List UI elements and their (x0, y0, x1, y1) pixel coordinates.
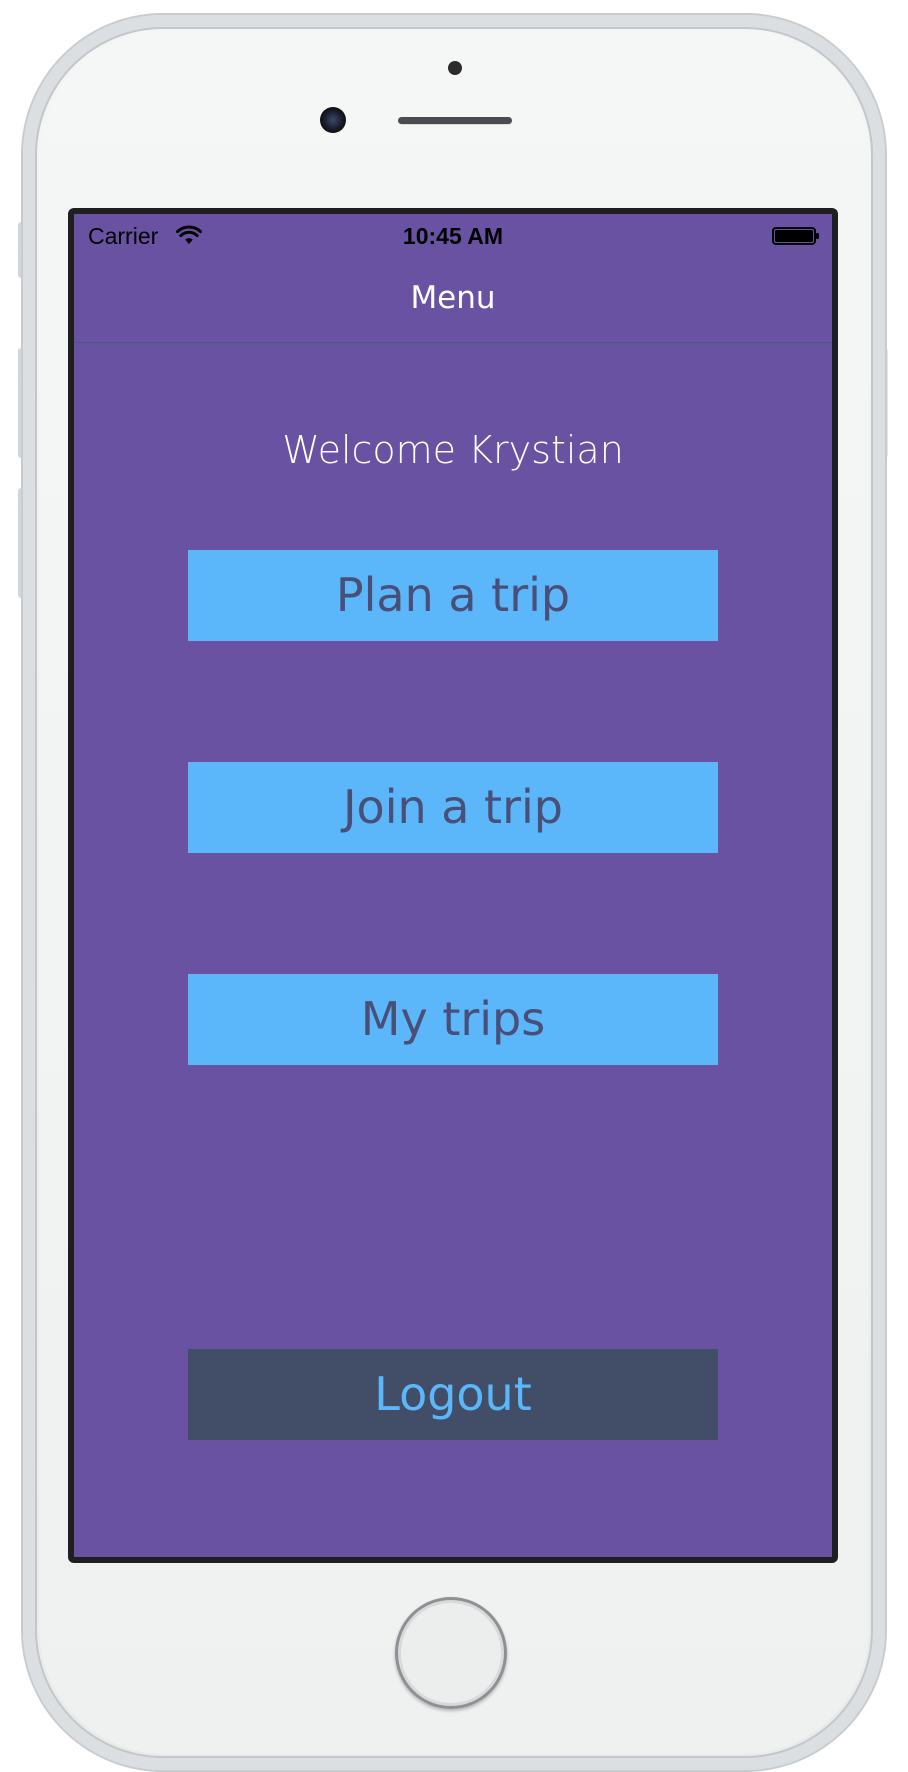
proximity-sensor (448, 61, 462, 75)
join-trip-button[interactable]: Join a trip (188, 762, 718, 853)
status-bar: Carrier 10:45 AM (74, 214, 832, 258)
welcome-message: Welcome Krystian (282, 428, 624, 472)
logout-button[interactable]: Logout (188, 1349, 718, 1440)
earpiece-speaker (398, 117, 512, 124)
app-screen: Carrier 10:45 AM Menu Welcome Krystian P… (74, 214, 832, 1557)
battery-icon (772, 227, 819, 245)
navigation-bar: Menu (74, 258, 832, 343)
device-frame: Carrier 10:45 AM Menu Welcome Krystian P… (0, 0, 908, 1772)
page-title: Menu (410, 280, 496, 316)
home-button[interactable] (395, 1597, 507, 1709)
status-time: 10:45 AM (402, 223, 504, 249)
plan-trip-button[interactable]: Plan a trip (188, 550, 718, 641)
my-trips-button[interactable]: My trips (188, 974, 718, 1065)
front-camera-icon (320, 107, 346, 133)
